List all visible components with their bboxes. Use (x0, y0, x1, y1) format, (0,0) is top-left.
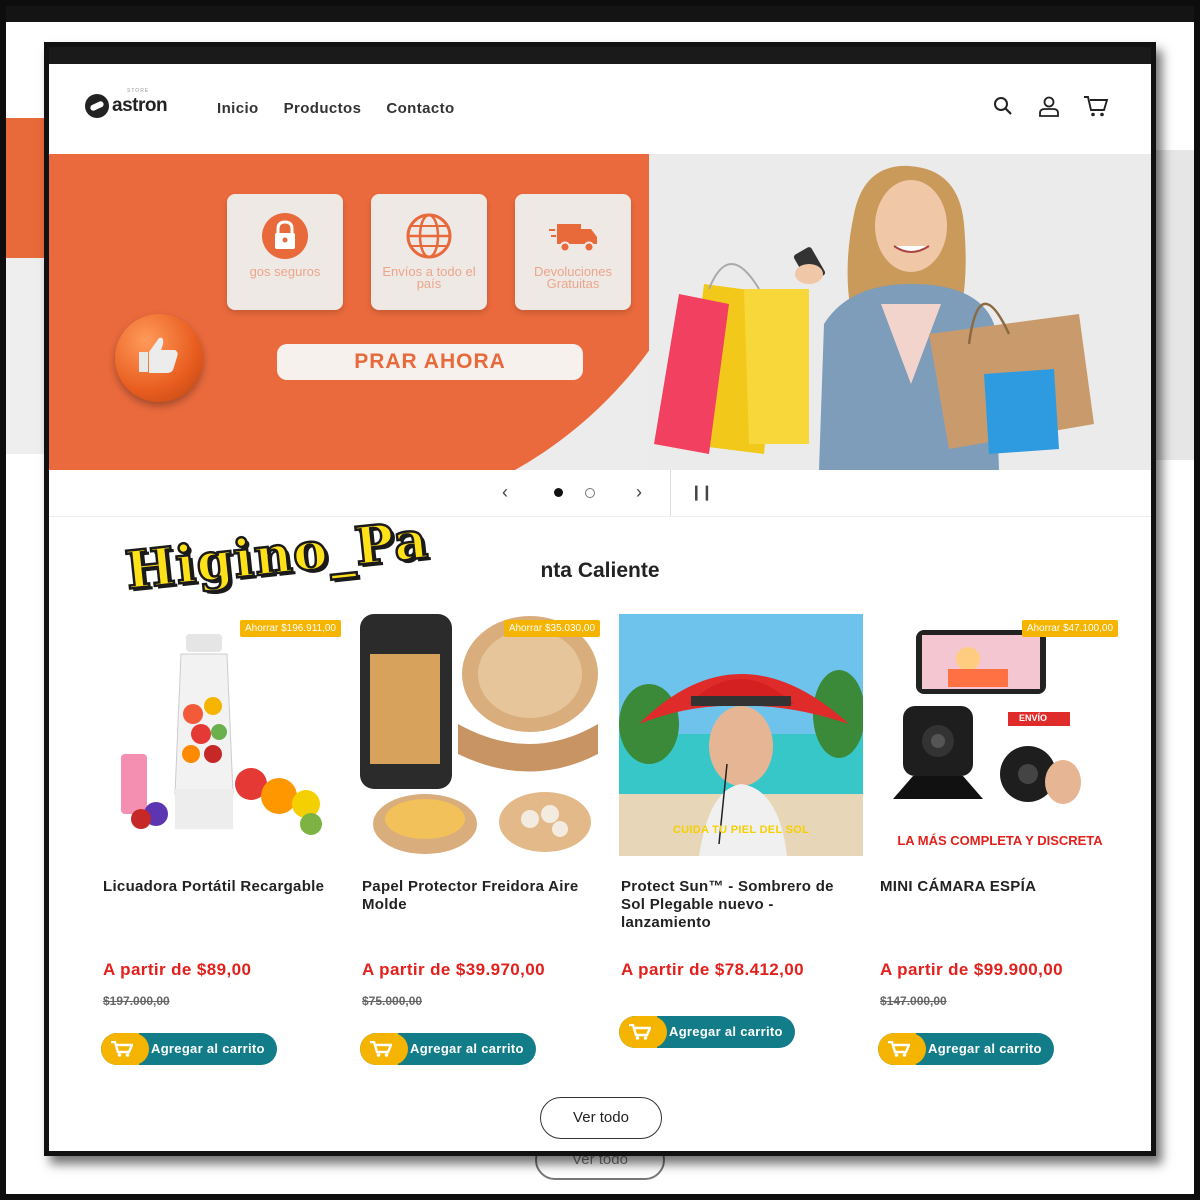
add-to-cart-label: Agregar al carrito (669, 1024, 783, 1039)
product-image-sun-hat[interactable]: CUIDA TU PIEL DEL SOL (619, 614, 863, 856)
shop-now-button[interactable]: PRAR AHORA (277, 344, 583, 380)
product-card[interactable]: Ahorrar $196.911,00 Licuadora Portátil R… (101, 614, 345, 1084)
feature-card-nationwide-shipping: Envíos a todo el país (371, 194, 487, 310)
product-card[interactable]: Ahorrar $35.030,00 Papel Protector Freid… (360, 614, 604, 1084)
search-icon[interactable] (991, 94, 1015, 118)
product-image-airfryer-paper[interactable]: Ahorrar $35.030,00 (360, 614, 604, 856)
carousel-divider (670, 470, 671, 516)
logo-subtext: STORE (127, 88, 150, 94)
nav-link-contacto[interactable]: Contacto (386, 100, 454, 117)
hero-woman-shopping-image (649, 154, 1151, 470)
product-image-blender[interactable]: Ahorrar $196.911,00 (101, 614, 345, 856)
feature-card-free-returns: Devoluciones Gratuitas (515, 194, 631, 310)
product-old-price: $147.000,00 (880, 994, 947, 1008)
lock-icon (261, 212, 309, 260)
image-caption: LA MÁS COMPLETA Y DISCRETA (897, 833, 1103, 848)
product-card[interactable]: ENVÍO LA MÁS COMPLETA Y DISCRETA Ahorrar… (878, 614, 1122, 1084)
watermark-text: Higino_Pa (121, 508, 432, 603)
product-price: A partir de $39.970,00 (362, 960, 545, 979)
product-name[interactable]: MINI CÁMARA ESPÍA (880, 878, 1116, 896)
product-old-price: $75.000,00 (362, 994, 423, 1008)
feature-label: gos seguros (249, 264, 321, 279)
logo-text: astron (112, 95, 168, 116)
cart-icon (360, 1033, 408, 1065)
thumbs-up-badge (115, 314, 203, 402)
carousel-dot-active[interactable] (554, 488, 563, 497)
carousel-pause-icon[interactable]: ❙❙ (690, 483, 713, 501)
cart-icon (878, 1033, 926, 1065)
hero-banner[interactable]: gos seguros Envíos a todo el país Devolu… (49, 154, 1151, 470)
cart-icon[interactable] (1083, 94, 1109, 118)
shipping-tag: ENVÍO (1019, 713, 1048, 723)
site-header: astron STORE Inicio Productos Contacto (49, 64, 1151, 154)
nav-link-inicio[interactable]: Inicio (217, 100, 259, 117)
add-to-cart-button[interactable]: Agregar al carrito (619, 1016, 795, 1048)
nav-link-productos[interactable]: Productos (284, 100, 362, 117)
add-to-cart-label: Agregar al carrito (928, 1041, 1042, 1056)
product-name[interactable]: Papel Protector Freidora Aire Molde (362, 878, 598, 914)
feature-label: Envíos a todo el país (382, 264, 476, 291)
product-price: A partir de $89,00 (103, 960, 252, 979)
add-to-cart-button[interactable]: Agregar al carrito (360, 1033, 536, 1065)
discount-badge: Ahorrar $196.911,00 (240, 620, 341, 637)
card-top-bar (49, 47, 1151, 64)
cart-icon (101, 1033, 149, 1065)
store-logo[interactable]: astron (85, 94, 168, 118)
image-caption: CUIDA TU PIEL DEL SOL (672, 824, 810, 836)
logo-mark-icon (85, 94, 109, 118)
cart-icon (619, 1016, 667, 1048)
carousel-next-icon[interactable]: › (636, 482, 642, 503)
main-nav: Inicio Productos Contacto (217, 100, 455, 117)
add-to-cart-button[interactable]: Agregar al carrito (101, 1033, 277, 1065)
discount-badge: Ahorrar $47.100,00 (1021, 620, 1118, 637)
carousel-dot[interactable] (585, 488, 595, 498)
product-price: A partir de $78.412,00 (621, 960, 804, 979)
product-image-spy-camera[interactable]: ENVÍO LA MÁS COMPLETA Y DISCRETA Ahorrar… (878, 614, 1122, 856)
storefront-screenshot: astron STORE Inicio Productos Contacto g… (44, 42, 1156, 1156)
product-card[interactable]: CUIDA TU PIEL DEL SOL Protect Sun™ - Som… (619, 614, 863, 1084)
product-name[interactable]: Protect Sun™ - Sombrero de Sol Plegable … (621, 878, 857, 932)
carousel-prev-icon[interactable]: ‹ (502, 482, 508, 503)
header-icons (991, 94, 1109, 118)
product-old-price: $197.000,00 (103, 994, 170, 1008)
globe-icon (405, 212, 453, 260)
truck-icon (549, 212, 597, 260)
view-all-button[interactable]: Ver todo (540, 1097, 662, 1139)
thumbs-up-icon (133, 330, 183, 380)
add-to-cart-label: Agregar al carrito (151, 1041, 265, 1056)
discount-badge: Ahorrar $35.030,00 (503, 620, 600, 637)
product-price: A partir de $99.900,00 (880, 960, 1063, 979)
feature-card-secure-payments: gos seguros (227, 194, 343, 310)
product-name[interactable]: Licuadora Portátil Recargable (103, 878, 339, 896)
carousel-controls: ‹ › ❙❙ (49, 470, 1151, 517)
account-icon[interactable] (1037, 94, 1061, 118)
feature-label: Devoluciones Gratuitas (533, 264, 613, 291)
add-to-cart-button[interactable]: Agregar al carrito (878, 1033, 1054, 1065)
add-to-cart-label: Agregar al carrito (410, 1041, 524, 1056)
product-grid: Ahorrar $196.911,00 Licuadora Portátil R… (101, 614, 1122, 1084)
